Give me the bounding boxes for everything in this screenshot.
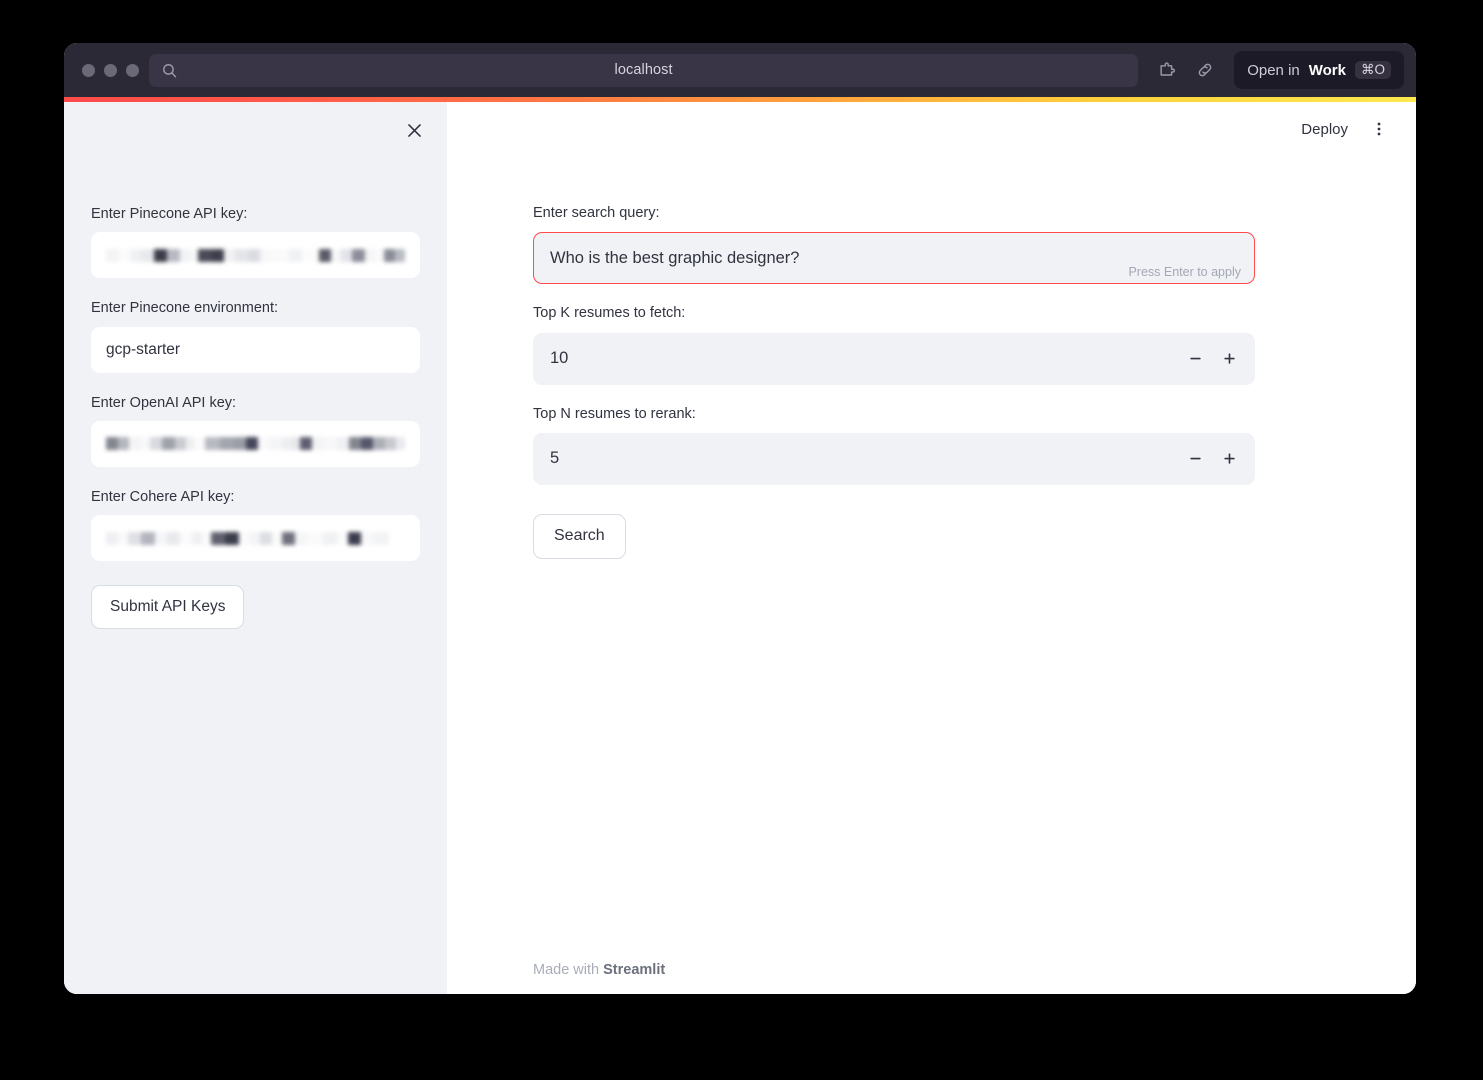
titlebar-actions: Open in Work ⌘O — [1148, 51, 1408, 89]
deploy-button[interactable]: Deploy — [1291, 115, 1358, 144]
browser-window: localhost Open in Work ⌘O Enter Pinecone… — [64, 43, 1416, 994]
field-cohere-api-key: Enter Cohere API key: — [91, 487, 420, 562]
open-in-work-app: Work — [1308, 61, 1346, 79]
streamlit-brand-link[interactable]: Streamlit — [603, 962, 665, 978]
address-bar[interactable]: localhost — [149, 53, 1139, 87]
search-query-input[interactable]: Who is the best graphic designer? Press … — [533, 232, 1255, 285]
field-label: Enter Cohere API key: — [91, 488, 235, 505]
search-button[interactable]: Search — [533, 513, 626, 559]
field-label: Enter OpenAI API key: — [91, 394, 237, 411]
cohere-api-key-input[interactable] — [91, 515, 420, 562]
close-window-button[interactable] — [82, 63, 95, 77]
field-search-query: Enter search query: Who is the best grap… — [533, 203, 1255, 285]
search-icon — [161, 62, 178, 79]
field-openai-api-key: Enter OpenAI API key: — [91, 393, 420, 467]
field-top-k: Top K resumes to fetch: 10 — [533, 303, 1255, 385]
top-k-value: 10 — [550, 349, 569, 368]
top-k-stepper[interactable]: 10 — [533, 332, 1255, 385]
field-top-n: Top N resumes to rerank: 5 — [533, 404, 1255, 485]
pinecone-api-key-input[interactable] — [91, 232, 420, 279]
browser-titlebar: localhost Open in Work ⌘O — [64, 43, 1416, 97]
top-k-label: Top K resumes to fetch: — [533, 305, 686, 322]
pinecone-environment-input[interactable]: gcp-starter — [91, 326, 420, 373]
submit-api-keys-button[interactable]: Submit API Keys — [91, 585, 245, 630]
masked-value — [106, 247, 406, 263]
openai-api-key-input[interactable] — [91, 420, 420, 467]
url-text: localhost — [614, 62, 673, 78]
top-n-increment-button[interactable] — [1212, 442, 1246, 476]
app-body: Enter Pinecone API key: Enter Pinecone e… — [64, 102, 1416, 994]
field-pinecone-api-key: Enter Pinecone API key: — [91, 204, 420, 279]
sidebar: Enter Pinecone API key: Enter Pinecone e… — [64, 102, 447, 994]
field-label: Enter Pinecone API key: — [91, 206, 248, 222]
main-topbar: Deploy — [1291, 102, 1416, 156]
puzzle-piece-icon[interactable] — [1148, 54, 1186, 86]
minimize-window-button[interactable] — [104, 63, 117, 77]
close-icon[interactable] — [397, 113, 431, 147]
open-in-work-button[interactable]: Open in Work ⌘O — [1234, 51, 1404, 89]
main-content: Deploy Enter search query: Who is the be… — [447, 102, 1416, 994]
window-traffic-lights[interactable] — [76, 63, 139, 77]
link-icon[interactable] — [1186, 54, 1224, 86]
search-query-label: Enter search query: — [533, 205, 660, 221]
top-k-increment-button[interactable] — [1212, 342, 1246, 376]
maximize-window-button[interactable] — [126, 63, 139, 77]
field-label: Enter Pinecone environment: — [91, 300, 278, 317]
top-k-decrement-button[interactable] — [1178, 342, 1212, 376]
top-n-value: 5 — [550, 449, 560, 468]
press-enter-hint: Press Enter to apply — [1128, 265, 1241, 280]
masked-value — [106, 436, 405, 452]
masked-value — [106, 530, 405, 546]
sidebar-fields: Enter Pinecone API key: Enter Pinecone e… — [91, 102, 420, 630]
field-pinecone-environment: Enter Pinecone environment: gcp-starter — [91, 298, 420, 373]
footer-made-with: Made with — [533, 962, 604, 978]
top-n-label: Top N resumes to rerank: — [533, 405, 696, 422]
kebab-menu-icon[interactable] — [1362, 112, 1396, 146]
main-form: Enter search query: Who is the best grap… — [447, 102, 1347, 559]
footer: Made with Streamlit — [533, 962, 665, 978]
search-query-value: Who is the best graphic designer? — [550, 248, 800, 267]
top-n-stepper[interactable]: 5 — [533, 432, 1255, 485]
open-in-work-prefix: Open in — [1247, 61, 1300, 79]
screen: localhost Open in Work ⌘O Enter Pinecone… — [0, 0, 1483, 1080]
open-in-work-shortcut: ⌘O — [1354, 60, 1391, 80]
top-n-decrement-button[interactable] — [1178, 442, 1212, 476]
